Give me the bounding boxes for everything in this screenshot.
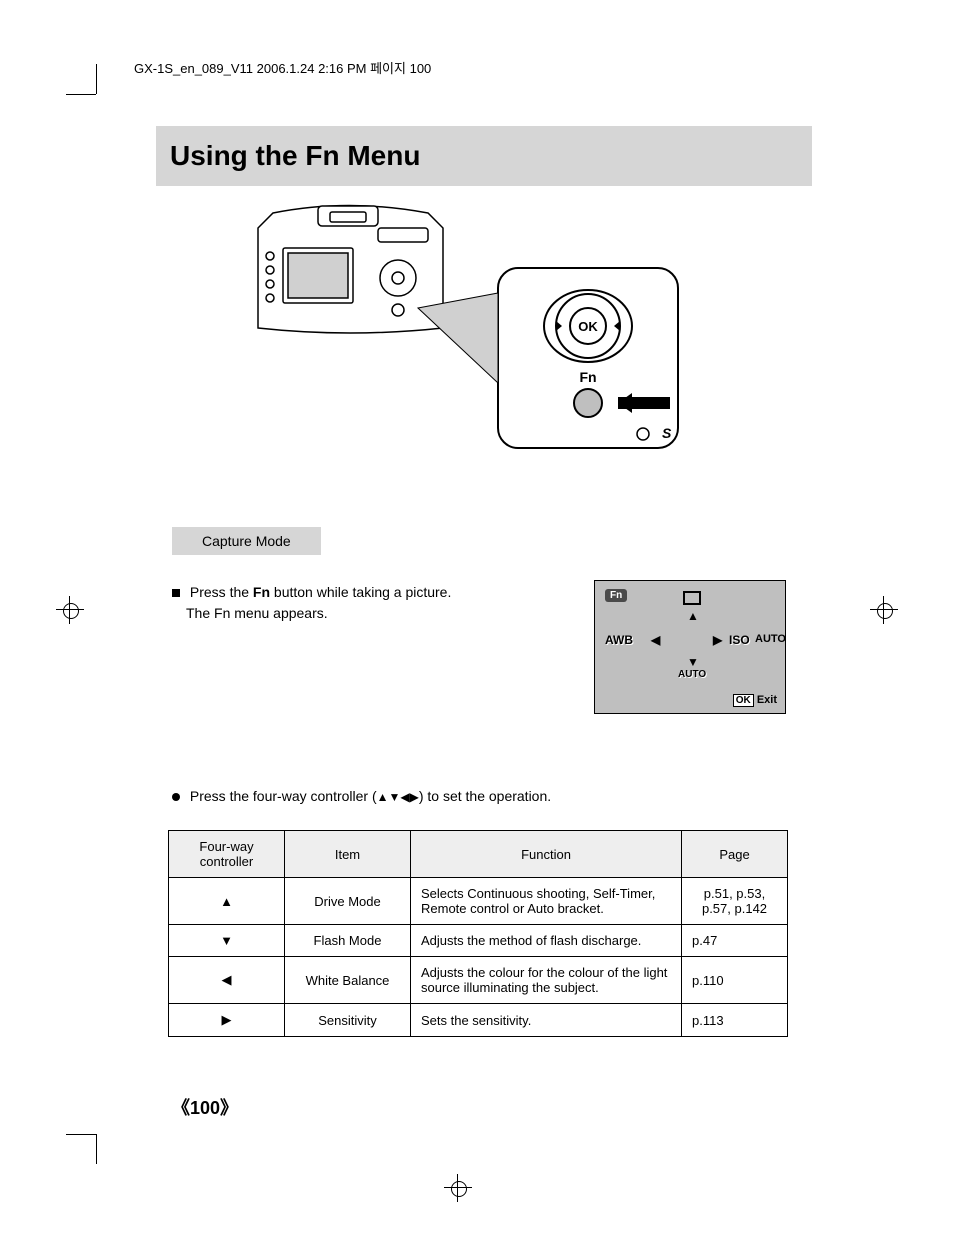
item-cell: Drive Mode: [285, 878, 411, 925]
title-bar: Using the Fn Menu: [156, 126, 812, 186]
camera-illustration: OK Fn S: [238, 198, 688, 460]
square-bullet-icon: [172, 589, 180, 597]
crop-mark: [96, 1134, 97, 1164]
fn-label: Fn: [579, 369, 596, 385]
instruction-2: Press the four-way controller (▲▼◀▶) to …: [172, 788, 551, 804]
crop-mark: [66, 94, 96, 95]
text: Press the: [190, 584, 253, 600]
svg-text:S: S: [662, 425, 672, 441]
item-cell: White Balance: [285, 957, 411, 1004]
reg-mark: [874, 600, 894, 620]
file-header: GX-1S_en_089_V11 2006.1.24 2:16 PM 페이지 1…: [134, 58, 431, 77]
func-cell: Selects Continuous shooting, Self-Timer,…: [411, 878, 682, 925]
fn-bold: Fn: [253, 584, 270, 600]
iso-auto-label: AUTO: [755, 633, 786, 645]
instruction-1: Press the Fn button while taking a pictu…: [172, 582, 451, 624]
iso-label: ISO: [729, 633, 750, 647]
flash-auto-label: AUTO: [678, 669, 706, 680]
ok-exit: OK Exit: [733, 694, 777, 707]
up-arrow-icon: ▲: [687, 609, 699, 623]
table-row: ◀ White Balance Adjusts the colour for t…: [169, 957, 788, 1004]
subsection-label: Capture Mode: [172, 527, 321, 555]
reg-mark: [448, 1178, 468, 1198]
lcd-preview: Fn ▲ ▼ ◀ ▶ AWB ISO AUTO AUTO OK Exit: [594, 580, 786, 714]
item-cell: Flash Mode: [285, 925, 411, 957]
page-cell: p.47: [682, 925, 788, 957]
table-row: ▲ Drive Mode Selects Continuous shooting…: [169, 878, 788, 925]
reg-mark: [60, 600, 80, 620]
ok-box: OK: [733, 694, 754, 707]
text: ) to set the operation.: [419, 788, 551, 804]
func-cell: Adjusts the method of flash discharge.: [411, 925, 682, 957]
dir-cell: ▲: [169, 878, 285, 925]
fn-table: Four-way controller Item Function Page ▲…: [168, 830, 788, 1037]
text: button while taking a picture.: [274, 584, 451, 600]
awb-label: AWB: [605, 633, 633, 647]
dir-cell: ▶: [169, 1004, 285, 1037]
circle-bullet-icon: [172, 793, 180, 801]
exit-label: Exit: [757, 694, 777, 706]
table-header-row: Four-way controller Item Function Page: [169, 831, 788, 878]
th-item: Item: [285, 831, 411, 878]
th-function: Function: [411, 831, 682, 878]
func-cell: Adjusts the colour for the colour of the…: [411, 957, 682, 1004]
page-cell: p.110: [682, 957, 788, 1004]
crop-mark: [96, 64, 97, 94]
ok-label: OK: [578, 319, 598, 334]
lcd-fn-badge: Fn: [605, 589, 627, 602]
text: Press the four-way controller (: [190, 788, 377, 804]
func-cell: Sets the sensitivity.: [411, 1004, 682, 1037]
page-title: Using the Fn Menu: [170, 140, 420, 172]
text: The Fn menu appears.: [186, 605, 328, 621]
table-row: ▼ Flash Mode Adjusts the method of flash…: [169, 925, 788, 957]
page-cell: p.51, p.53, p.57, p.142: [682, 878, 788, 925]
page-cell: p.113: [682, 1004, 788, 1037]
th-page: Page: [682, 831, 788, 878]
dir-cell: ▼: [169, 925, 285, 957]
th-controller: Four-way controller: [169, 831, 285, 878]
left-arrow-icon: ◀: [651, 633, 660, 647]
down-arrow-icon: ▼: [687, 655, 699, 669]
table-row: ▶ Sensitivity Sets the sensitivity. p.11…: [169, 1004, 788, 1037]
item-cell: Sensitivity: [285, 1004, 411, 1037]
arrows-icon: ▲▼◀▶: [377, 790, 419, 804]
right-arrow-icon: ▶: [713, 633, 722, 647]
dir-cell: ◀: [169, 957, 285, 1004]
crop-mark: [66, 1134, 96, 1135]
page-number: 《100》: [172, 1094, 238, 1120]
drive-mode-icon: [683, 591, 701, 605]
